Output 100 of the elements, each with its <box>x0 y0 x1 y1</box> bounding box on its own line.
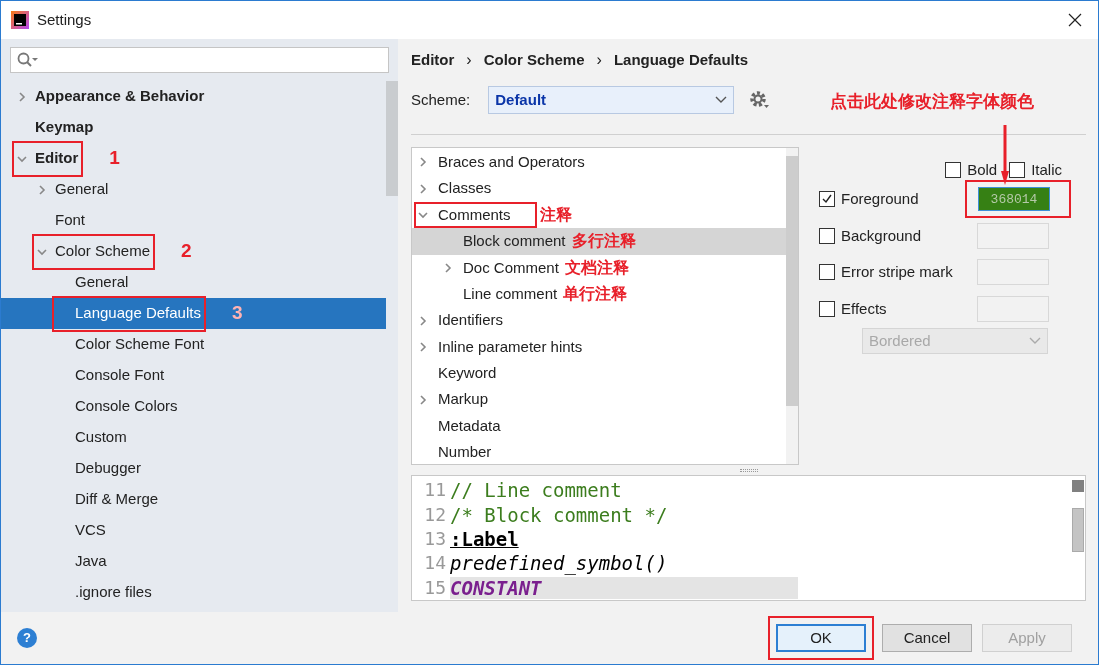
tree-item-label[interactable]: Keyword <box>438 362 497 385</box>
checkbox[interactable] <box>945 162 962 178</box>
tree-item[interactable]: Markup <box>412 386 786 413</box>
scrollbar[interactable] <box>786 156 798 406</box>
tree-item-label[interactable]: General <box>75 271 129 294</box>
sidebar-item[interactable]: Diff & Merge <box>1 484 386 515</box>
tree-item[interactable]: Keyword <box>412 360 786 387</box>
checkbox[interactable] <box>1009 162 1026 178</box>
tree-item-label[interactable]: .ignore files <box>75 581 152 604</box>
line-number: 11 <box>423 479 447 502</box>
code-line: /* Block comment */ <box>450 503 668 526</box>
tree-item-label[interactable]: Debugger <box>75 457 141 480</box>
tree-item-label[interactable]: General <box>55 178 109 201</box>
dialog-button[interactable]: Cancel <box>882 624 972 652</box>
splitter-handle-icon[interactable] <box>739 468 758 472</box>
tree-item-label[interactable]: Appearance & Behavior <box>35 85 205 108</box>
color-swatch[interactable] <box>977 259 1049 286</box>
chevron-down-icon[interactable] <box>418 209 428 220</box>
tree-item-label[interactable]: Diff & Merge <box>75 488 159 511</box>
tree-item[interactable]: Braces and Operators <box>412 149 786 176</box>
tree-item[interactable]: Line comment 单行注释 <box>412 280 786 308</box>
tree-item-label[interactable]: Editor <box>35 147 79 170</box>
tree-item-label[interactable]: Color Scheme Font <box>75 333 205 356</box>
tree-item[interactable]: Block comment 多行注释 <box>412 228 786 255</box>
sidebar-item[interactable]: Console Font <box>1 360 386 391</box>
tree-item-label[interactable]: Metadata <box>438 414 501 438</box>
checkbox[interactable] <box>819 191 835 208</box>
tree-item-label[interactable]: Doc Comment <box>463 256 559 279</box>
tree-item[interactable]: Metadata <box>412 412 786 440</box>
sidebar-item[interactable]: General <box>1 174 386 205</box>
tree-item-label[interactable]: Braces and Operators <box>438 150 585 174</box>
tree-item-label[interactable]: Console Font <box>75 364 165 387</box>
chevron-right-icon[interactable] <box>37 184 47 195</box>
tree-item-label[interactable]: Classes <box>438 177 492 200</box>
tree-item-label[interactable]: Keymap <box>35 116 94 139</box>
chevron-down-icon[interactable] <box>37 246 47 257</box>
search-field[interactable] <box>10 47 389 73</box>
checkbox[interactable] <box>819 300 835 317</box>
scrollbar[interactable] <box>1072 508 1084 552</box>
color-swatch[interactable] <box>977 295 1049 322</box>
help-button[interactable]: ? <box>17 628 37 648</box>
tree-item-label[interactable]: Font <box>55 209 85 232</box>
tree-item-label[interactable]: Custom <box>75 426 127 449</box>
code-line: :Label <box>450 528 519 550</box>
checkbox-label: Italic <box>1031 159 1062 180</box>
sidebar-item[interactable]: Console Colors <box>1 391 386 422</box>
sidebar-item[interactable]: .ignore files <box>1 577 386 608</box>
tree-item[interactable]: Identifiers <box>412 307 786 334</box>
tree-item-label[interactable]: Comments <box>438 203 511 227</box>
tree-item-label[interactable]: Block comment <box>463 230 566 253</box>
checkbox[interactable] <box>819 227 835 244</box>
tree-item-label[interactable]: VCS <box>75 519 106 542</box>
sidebar-item[interactable]: Language Defaults 3 <box>1 298 386 329</box>
chevron-right-icon[interactable] <box>443 262 453 273</box>
line-number: 15 <box>423 576 447 599</box>
tree-item[interactable]: Doc Comment 文档注释 <box>412 254 786 281</box>
tree-item-label[interactable]: Identifiers <box>438 309 504 332</box>
tree-item-label[interactable]: Line comment <box>463 282 558 306</box>
tree-item-label[interactable]: Color Scheme <box>55 240 151 263</box>
color-swatch[interactable] <box>977 222 1049 249</box>
sidebar-item[interactable]: Keymap <box>1 112 386 143</box>
chevron-right-icon[interactable] <box>418 341 428 352</box>
chevron-right-icon[interactable] <box>418 394 428 405</box>
tree-item-label[interactable]: Console Colors <box>75 395 178 418</box>
sidebar-item[interactable]: Custom <box>1 422 386 453</box>
gear-icon[interactable] <box>748 89 771 111</box>
checkbox-label: Error stripe mark <box>841 262 954 282</box>
breadcrumb-item: Color Scheme <box>483 49 585 70</box>
dialog-button[interactable]: OK <box>776 624 866 652</box>
scheme-dropdown[interactable]: Default <box>488 86 735 114</box>
tree-item-label[interactable]: Language Defaults <box>75 302 201 325</box>
sidebar-item[interactable]: Font <box>1 205 386 236</box>
sidebar-item[interactable]: Appearance & Behavior <box>1 81 386 112</box>
chevron-down-icon[interactable] <box>17 153 27 164</box>
chevron-right-icon[interactable] <box>418 183 428 194</box>
chevron-right-icon[interactable] <box>17 91 27 102</box>
sidebar-item[interactable]: Color Scheme Font <box>1 329 386 360</box>
line-number: 14 <box>423 552 447 575</box>
tree-item-label[interactable]: Number <box>438 441 492 464</box>
sidebar-item[interactable]: General <box>1 267 386 298</box>
sidebar-item[interactable]: Java <box>1 546 386 577</box>
sidebar-item[interactable]: Editor 1 <box>1 143 386 174</box>
sidebar-item[interactable]: VCS <box>1 515 386 546</box>
scrollbar[interactable] <box>386 81 398 196</box>
breadcrumb-item: Language Defaults <box>613 49 749 70</box>
sidebar-item[interactable]: Color Scheme 2 <box>1 236 386 267</box>
tree-item[interactable]: Inline parameter hints <box>412 333 786 361</box>
sidebar-item[interactable]: Debugger <box>1 453 386 484</box>
close-icon[interactable] <box>1068 13 1082 27</box>
callout-number: 3 <box>231 301 243 326</box>
tree-item[interactable]: Classes <box>412 175 786 202</box>
chevron-right-icon[interactable] <box>418 315 428 326</box>
tree-item-label[interactable]: Java <box>75 550 107 573</box>
tree-item-label[interactable]: Inline parameter hints <box>438 335 583 359</box>
checkbox[interactable] <box>819 264 835 281</box>
tree-item[interactable]: Comments 注释 <box>412 201 786 229</box>
checkbox-label: Foreground <box>841 189 920 209</box>
tree-item-label[interactable]: Markup <box>438 388 489 411</box>
chevron-right-icon[interactable] <box>418 157 428 168</box>
tree-item[interactable]: Number <box>412 439 786 464</box>
